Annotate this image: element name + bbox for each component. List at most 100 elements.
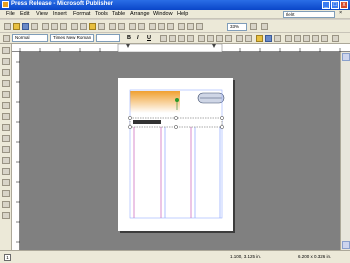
print-preview-icon[interactable] <box>51 23 58 30</box>
menu-tools[interactable]: Tools <box>95 11 108 17</box>
menu-help[interactable]: Help <box>177 11 188 17</box>
menu-edit[interactable]: Edit <box>20 11 29 17</box>
open-icon[interactable] <box>13 23 20 30</box>
undo-icon[interactable] <box>109 23 116 30</box>
standard-toolbar: 33% <box>0 20 350 33</box>
justify-icon[interactable] <box>187 35 194 42</box>
publisher-app-icon[interactable] <box>2 1 9 8</box>
scroll-up-button[interactable] <box>342 53 350 61</box>
window-title: Press Release - Microsoft Publisher <box>11 1 114 7</box>
shadow-style-icon[interactable] <box>312 35 319 42</box>
masthead-graphic <box>130 91 180 113</box>
select-objects-icon[interactable] <box>2 47 10 54</box>
send-to-back-icon[interactable] <box>138 23 145 30</box>
close-document-icon[interactable]: × <box>339 10 342 16</box>
menu-view[interactable]: View <box>36 11 48 17</box>
italic-button[interactable]: I <box>137 35 139 41</box>
formatting-toolbar: Normal Times New Roman B I U <box>0 33 350 44</box>
rectangle-tool-icon[interactable] <box>2 146 10 153</box>
autoshapes-icon[interactable] <box>2 157 10 164</box>
menu-format[interactable]: Format <box>73 11 90 17</box>
close-button[interactable]: x <box>340 1 348 9</box>
html-code-fragment-icon[interactable] <box>2 190 10 197</box>
zoom-in-icon[interactable] <box>250 23 257 30</box>
oval-tool-icon[interactable] <box>2 135 10 142</box>
hot-spot-icon[interactable] <box>2 168 10 175</box>
ask-question-box[interactable]: Ilelrt <box>283 11 335 18</box>
format-painter-icon[interactable] <box>98 23 105 30</box>
text-box-icon[interactable] <box>2 58 10 65</box>
help-icon[interactable] <box>261 23 268 30</box>
dash-style-icon[interactable] <box>294 35 301 42</box>
insert-picture-icon[interactable] <box>158 23 165 30</box>
font-color-icon[interactable] <box>274 35 281 42</box>
insert-object-icon[interactable] <box>2 212 10 219</box>
design-gallery-icon[interactable] <box>2 201 10 208</box>
copy-icon[interactable] <box>80 23 87 30</box>
decrease-indent-icon[interactable] <box>216 35 223 42</box>
clip-art-icon[interactable] <box>2 102 10 109</box>
page-navigation-button[interactable]: 1 <box>4 254 11 261</box>
vertical-ruler[interactable] <box>12 52 20 250</box>
menu-arrange[interactable]: Arrange <box>130 11 150 17</box>
styles-pane-icon[interactable] <box>3 35 10 42</box>
spelling-icon[interactable] <box>60 23 67 30</box>
line-tool-icon[interactable] <box>2 113 10 120</box>
rotation-handle <box>175 98 179 102</box>
align-left-icon[interactable] <box>160 35 167 42</box>
minimize-button[interactable]: _ <box>322 1 330 9</box>
title-bar: Press Release - Microsoft Publisher _ □ … <box>0 0 350 10</box>
insert-table-tool-icon[interactable] <box>2 69 10 76</box>
redo-icon[interactable] <box>118 23 125 30</box>
font-select[interactable]: Times New Roman <box>50 34 94 42</box>
3d-style-icon[interactable] <box>321 35 328 42</box>
save-icon[interactable] <box>22 23 29 30</box>
wordart-icon[interactable] <box>2 80 10 87</box>
zoom-out-icon[interactable] <box>196 23 203 30</box>
special-characters-icon[interactable] <box>187 23 194 30</box>
decrease-font-size-icon[interactable] <box>236 35 243 42</box>
line-color-icon[interactable] <box>265 35 272 42</box>
arrow-style-icon[interactable] <box>303 35 310 42</box>
zoom-select[interactable]: 33% <box>227 23 247 31</box>
cut-icon[interactable] <box>71 23 78 30</box>
horizontal-ruler[interactable] <box>12 44 350 52</box>
form-control-icon[interactable] <box>2 179 10 186</box>
publication-page[interactable] <box>118 78 233 231</box>
paste-icon[interactable] <box>89 23 96 30</box>
new-icon[interactable] <box>4 23 11 30</box>
vertical-scrollbar[interactable] <box>340 52 350 250</box>
insert-table-icon[interactable] <box>149 23 156 30</box>
numbering-icon[interactable] <box>198 35 205 42</box>
font-size-select[interactable] <box>96 34 120 42</box>
menu-window[interactable]: Window <box>153 11 173 17</box>
scroll-down-button[interactable] <box>342 241 350 249</box>
maximize-button[interactable]: □ <box>331 1 339 9</box>
align-center-icon[interactable] <box>169 35 176 42</box>
bold-button[interactable]: B <box>127 35 131 41</box>
menu-table[interactable]: Table <box>112 11 125 17</box>
columns-icon[interactable] <box>167 23 174 30</box>
objects-toolbar <box>0 44 12 253</box>
underline-button[interactable]: U <box>147 35 151 41</box>
object-position: 1.100, 3.125 in. <box>230 254 262 259</box>
fill-color-icon[interactable] <box>256 35 263 42</box>
bring-to-front-icon[interactable] <box>129 23 136 30</box>
bullets-icon[interactable] <box>207 35 214 42</box>
arrow-tool-icon[interactable] <box>2 124 10 131</box>
object-size: 6.200 x 0.326 in. <box>298 254 332 259</box>
increase-indent-icon[interactable] <box>225 35 232 42</box>
menu-insert[interactable]: Insert <box>53 11 67 17</box>
line-style-icon[interactable] <box>285 35 292 42</box>
status-bar: 1 1.100, 3.125 in. 6.200 x 0.326 in. <box>0 250 350 263</box>
picture-frame-icon[interactable] <box>2 91 10 98</box>
mail-icon[interactable] <box>31 23 38 30</box>
toolbar-options-icon[interactable] <box>332 35 339 42</box>
menu-bar: File Edit View Insert Format Tools Table… <box>0 10 350 19</box>
style-select[interactable]: Normal <box>12 34 48 42</box>
print-icon[interactable] <box>42 23 49 30</box>
hyperlink-icon[interactable] <box>178 23 185 30</box>
menu-file[interactable]: File <box>6 11 15 17</box>
increase-font-size-icon[interactable] <box>245 35 252 42</box>
align-right-icon[interactable] <box>178 35 185 42</box>
